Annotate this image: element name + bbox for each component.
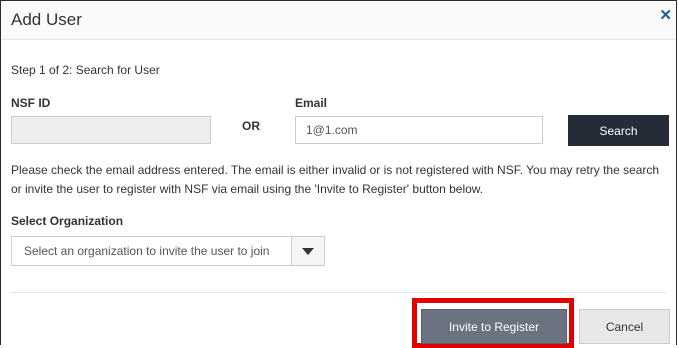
chevron-down-icon xyxy=(302,248,314,255)
validation-message: Please check the email address entered. … xyxy=(11,163,660,196)
close-icon[interactable]: ✕ xyxy=(659,8,672,23)
nsf-id-input[interactable] xyxy=(11,116,211,144)
nsf-id-label: NSF ID xyxy=(11,96,51,110)
dropdown-toggle[interactable] xyxy=(291,237,324,265)
invite-to-register-button[interactable]: Invite to Register xyxy=(421,309,567,344)
search-button[interactable]: Search xyxy=(568,115,669,146)
dialog-header: Add User ✕ xyxy=(1,1,676,40)
email-input[interactable] xyxy=(295,116,543,144)
organization-select[interactable]: Select an organization to invite the use… xyxy=(11,236,325,266)
step-indicator: Step 1 of 2: Search for User xyxy=(11,63,160,77)
organization-selected-value: Select an organization to invite the use… xyxy=(24,244,270,258)
add-user-dialog: Add User ✕ Step 1 of 2: Search for User … xyxy=(0,0,677,348)
email-label: Email xyxy=(295,96,328,110)
footer-divider xyxy=(11,292,667,293)
organization-label: Select Organization xyxy=(11,214,124,228)
cancel-button[interactable]: Cancel xyxy=(579,309,670,344)
or-separator: OR xyxy=(242,119,260,133)
dialog-title: Add User xyxy=(11,10,82,29)
